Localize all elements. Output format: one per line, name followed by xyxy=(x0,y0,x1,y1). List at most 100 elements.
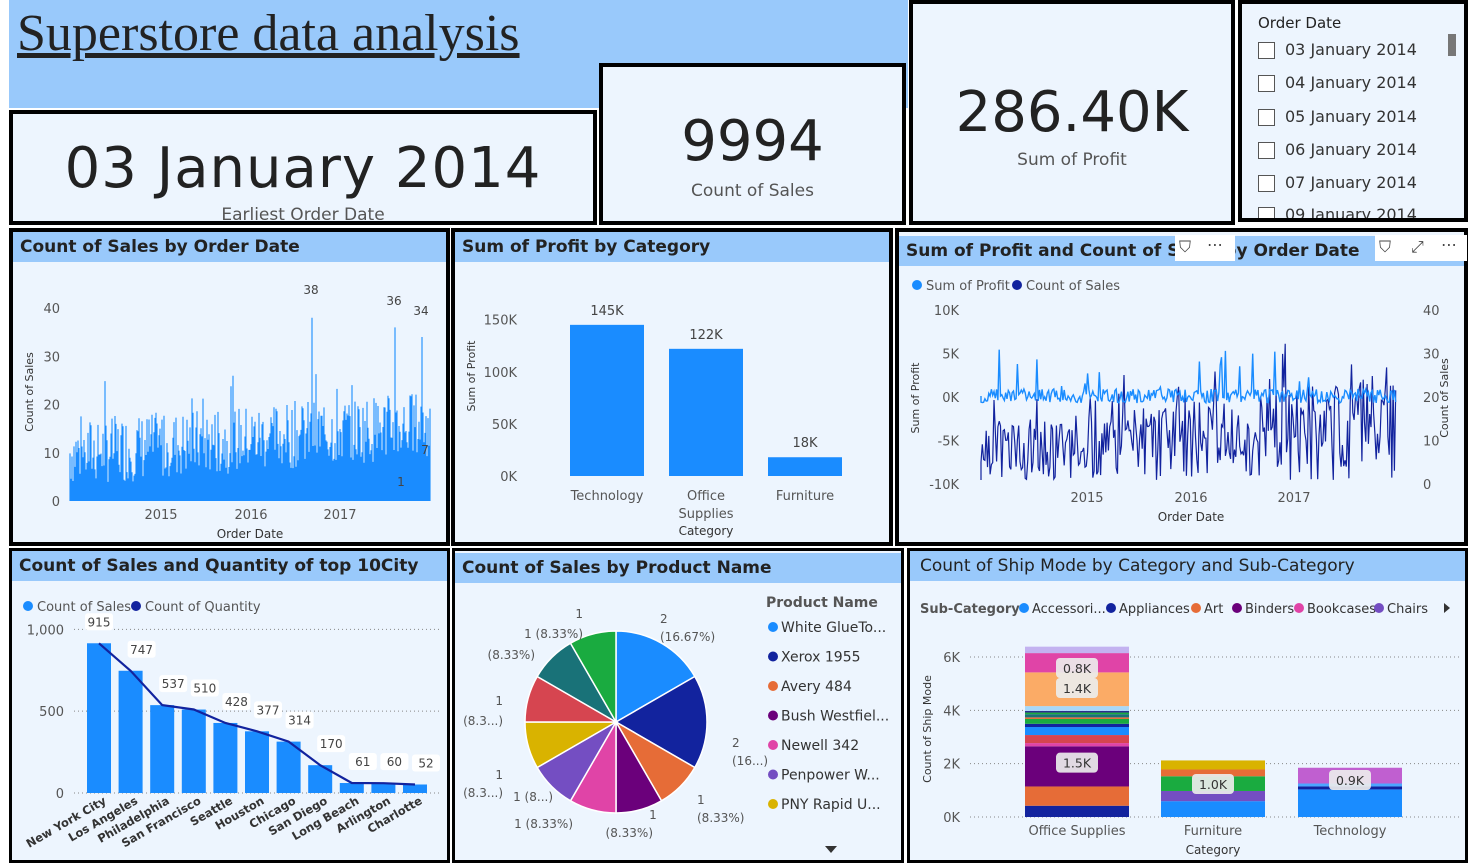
legend-marker xyxy=(1019,603,1029,613)
order-date-slicer[interactable]: Order Date 03 January 2014 04 January 20… xyxy=(1238,0,1468,222)
legend-label: Count of Sales xyxy=(1026,279,1120,294)
data-label: 18K xyxy=(792,436,818,451)
data-label: 7 xyxy=(421,443,429,457)
data-label: (16.67%) xyxy=(660,630,715,644)
slicer-item[interactable]: 05 January 2014 xyxy=(1258,107,1417,131)
legend-label: White GlueTo... xyxy=(781,620,886,636)
slicer-item[interactable]: 03 January 2014 xyxy=(1258,40,1417,64)
chart-top10-city[interactable]: Count of Sales and Quantity of top 10Cit… xyxy=(9,548,450,863)
slicer-item[interactable]: 07 January 2014 xyxy=(1258,173,1417,197)
data-label: 1.4K xyxy=(1063,681,1092,696)
sales-bars xyxy=(69,317,431,501)
legend-marker xyxy=(1012,280,1022,290)
data-label: 915 xyxy=(88,615,111,629)
chart-profit-by-category[interactable]: Sum of Profit by Category 0K 50K 100K 150K 1… xyxy=(451,228,893,546)
x-axis-label: Category xyxy=(679,524,734,538)
legend-marker xyxy=(768,769,778,780)
legend-marker xyxy=(1106,603,1116,613)
y2-tick-label: 40 xyxy=(1423,304,1440,319)
checkbox[interactable] xyxy=(1258,75,1275,92)
data-label: (8.33%) xyxy=(606,826,653,840)
filter-icon[interactable]: ⛉ xyxy=(1379,237,1391,257)
x-tick-label: 2017 xyxy=(323,508,356,523)
filter-icon-group: ⛉ ⋯ xyxy=(1175,235,1235,261)
data-label: 1 xyxy=(697,793,705,807)
x-tick-label: Technology xyxy=(570,489,644,504)
visual-header-icons: ⛉ ⤢ ⋯ xyxy=(1375,235,1467,261)
y-tick-label: 4K xyxy=(943,704,960,719)
legend-label: Newell 342 xyxy=(781,738,859,754)
focus-mode-icon[interactable]: ⤢ xyxy=(1411,237,1424,257)
chart-sales-by-date[interactable]: Count of Sales by Order Date 0 10 20 30 40 20… xyxy=(9,228,450,546)
chart-ship-mode[interactable]: Count of Ship Mode by Category and Sub-C… xyxy=(907,548,1468,863)
x-tick-label: Furniture xyxy=(776,489,834,504)
data-label: 145K xyxy=(590,304,624,319)
stack-segment xyxy=(1025,714,1129,718)
legend-marker xyxy=(1191,603,1201,613)
legend-label: Accessori... xyxy=(1032,602,1106,617)
bar xyxy=(371,783,396,793)
slicer-item[interactable]: 09 January 2014 xyxy=(1258,205,1417,218)
stack-segment xyxy=(1298,789,1402,817)
data-label: (8.3...) xyxy=(463,786,503,800)
stack-segment xyxy=(1025,718,1129,724)
checkbox[interactable] xyxy=(1258,207,1275,218)
y-axis-label: Count of Ship Mode xyxy=(921,675,934,783)
checkbox[interactable] xyxy=(1258,142,1275,159)
y2-axis-label: Count of Sales xyxy=(1438,358,1451,438)
slicer-item[interactable]: 04 January 2014 xyxy=(1258,73,1417,97)
data-label: 1 (8.33%) xyxy=(514,817,573,831)
stack-segment xyxy=(1161,760,1265,770)
data-label: 2 xyxy=(732,736,740,750)
y-tick-label: 6K xyxy=(943,651,960,666)
slicer-scrollbar[interactable] xyxy=(1448,34,1456,56)
data-label: 1.5K xyxy=(1063,756,1092,771)
x-tick-label: 2017 xyxy=(1277,491,1310,506)
bar xyxy=(570,324,644,476)
data-label: (16...) xyxy=(732,754,768,768)
legend-label: Count of Sales xyxy=(37,600,131,615)
sum-profit-line xyxy=(980,349,1397,405)
legend-marker xyxy=(1232,603,1242,613)
legend-marker xyxy=(131,601,141,611)
y-tick-label: -10K xyxy=(929,478,959,493)
slicer-item[interactable]: 06 January 2014 xyxy=(1258,140,1417,164)
y-tick-label: 0 xyxy=(56,787,64,802)
chevron-right-icon xyxy=(1444,603,1450,613)
more-options-icon[interactable]: ⋯ xyxy=(1207,235,1223,254)
stack-segment xyxy=(1025,646,1129,654)
kpi-earliest-date[interactable]: 03 January 2014 Earliest Order Date xyxy=(9,110,597,225)
checkbox[interactable] xyxy=(1258,109,1275,126)
data-label: (8.33%) xyxy=(488,648,535,662)
bar xyxy=(245,731,269,793)
filter-icon[interactable]: ⛉ xyxy=(1179,237,1191,257)
checkbox[interactable] xyxy=(1258,175,1275,192)
data-label: 747 xyxy=(130,643,153,657)
kpi-sum-profit[interactable]: 286.40K Sum of Profit xyxy=(909,0,1235,225)
checkbox[interactable] xyxy=(1258,42,1275,59)
data-label: 1 xyxy=(495,768,503,782)
legend-marker xyxy=(23,601,33,611)
data-label: 0.9K xyxy=(1336,773,1365,788)
stack-segment xyxy=(1025,743,1129,747)
data-label: 1 (8.33%) xyxy=(524,627,583,641)
y-tick-label: 150K xyxy=(484,314,518,329)
chart-title: Count of Sales by Product Name xyxy=(455,553,901,583)
chart-profit-sales-by-date[interactable]: Sum of Profit and Count of Sales by Orde… xyxy=(895,228,1468,546)
legend-marker xyxy=(768,622,778,632)
y-tick-label: 100K xyxy=(484,366,518,381)
bar xyxy=(213,722,238,793)
kpi-count-sales[interactable]: 9994 Count of Sales xyxy=(599,63,906,225)
y-tick-label: 0K xyxy=(942,391,959,406)
y-tick-label: 50K xyxy=(492,418,518,433)
more-options-icon[interactable]: ⋯ xyxy=(1441,235,1457,254)
y-tick-label: 0K xyxy=(943,811,960,826)
x-axis-label: Category xyxy=(1186,843,1241,857)
chart-sales-by-product[interactable]: Count of Sales by Product Name 2 (16.67%)… xyxy=(452,548,904,863)
data-label: 1 xyxy=(575,607,583,621)
x-tick-label: Technology xyxy=(1313,824,1387,839)
count-sales-line xyxy=(980,343,1397,482)
kpi-sum-profit-value: 286.40K xyxy=(955,80,1189,145)
kpi-sum-profit-label: Sum of Profit xyxy=(1017,150,1127,170)
legend-marker xyxy=(768,740,778,750)
